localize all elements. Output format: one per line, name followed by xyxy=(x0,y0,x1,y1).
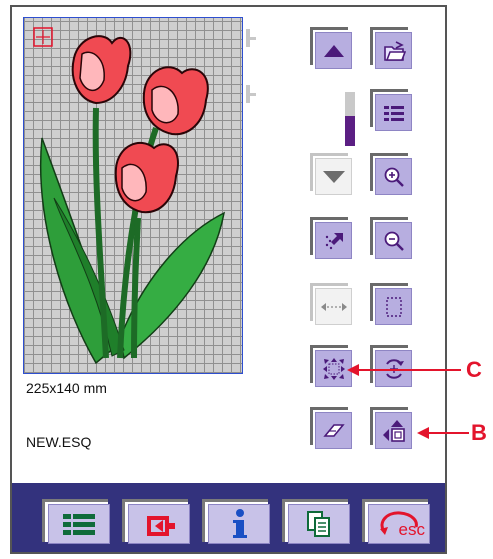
tulip-design xyxy=(33,27,226,365)
hoop-marker-tick xyxy=(246,37,256,40)
resize-width-button[interactable] xyxy=(310,283,354,327)
hoop-marker-tick xyxy=(246,93,256,96)
zoom-out-icon xyxy=(384,231,404,251)
menu-list-button[interactable] xyxy=(42,499,114,546)
callout-line-b xyxy=(427,432,469,434)
open-file-button[interactable] xyxy=(370,27,414,71)
triangle-up-icon xyxy=(323,44,344,57)
callout-label-c: C xyxy=(466,357,482,382)
zoom-out-button[interactable] xyxy=(370,217,414,261)
esc-label: esc xyxy=(398,520,425,539)
position-arrow-button[interactable] xyxy=(310,217,354,261)
hoop-position-button[interactable] xyxy=(370,407,414,451)
eraser-icon xyxy=(322,423,345,437)
list-view-button[interactable] xyxy=(370,89,414,133)
esc-button[interactable]: esc xyxy=(362,499,434,546)
hoop-position-icon xyxy=(382,419,405,442)
info-icon xyxy=(233,509,247,538)
list-icon xyxy=(383,105,404,121)
stitch-out-button[interactable] xyxy=(122,499,194,546)
select-area-button[interactable] xyxy=(370,283,414,327)
stitch-out-icon xyxy=(147,516,175,536)
expand-arrows-icon xyxy=(322,357,345,380)
speed-level-indicator xyxy=(345,92,355,146)
scroll-down-button[interactable] xyxy=(310,153,354,197)
design-size-text: 225x140 mm xyxy=(26,380,107,396)
rotate-button[interactable] xyxy=(370,345,414,389)
callout-arrow-c-icon xyxy=(347,364,359,376)
scroll-up-button[interactable] xyxy=(310,27,354,71)
dotted-rectangle-icon xyxy=(385,296,402,317)
tulip-flower-3 xyxy=(114,141,179,214)
triangle-down-icon xyxy=(322,170,345,183)
folder-open-icon xyxy=(383,40,406,61)
zoom-in-icon xyxy=(384,167,404,187)
embroidery-screen: 225x140 mm NEW.ESQ esc xyxy=(10,5,447,554)
bottom-toolbar: esc xyxy=(12,483,445,552)
resize-horizontal-icon xyxy=(320,302,347,311)
list-icon xyxy=(63,514,95,535)
copy-icon xyxy=(307,511,330,537)
info-button[interactable] xyxy=(202,499,274,546)
callout-line-c xyxy=(357,369,461,371)
tulip-flower-2 xyxy=(142,66,209,136)
file-name-text: NEW.ESQ xyxy=(26,434,92,450)
callout-arrow-b-icon xyxy=(417,427,429,439)
tulip-flower-1 xyxy=(71,35,132,105)
zoom-in-button[interactable] xyxy=(370,153,414,197)
erase-button[interactable] xyxy=(310,407,354,451)
copy-button[interactable] xyxy=(282,499,354,546)
hoop-center-icon xyxy=(33,27,53,47)
corner-arrow-icon xyxy=(325,232,343,249)
callout-label-b: B xyxy=(471,420,487,445)
embroidery-hoop-area[interactable] xyxy=(23,17,243,374)
